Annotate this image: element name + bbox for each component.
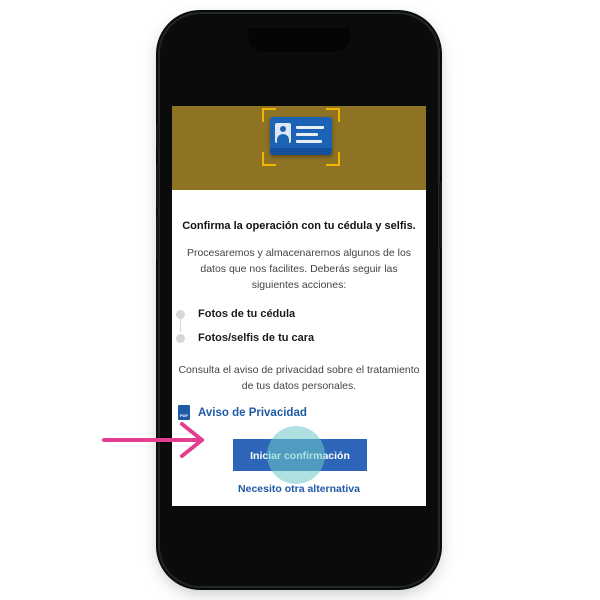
volume-down-button <box>156 216 159 260</box>
header-banner <box>172 106 426 190</box>
step-label: Fotos de tu cédula <box>198 308 296 320</box>
step-bullet-icon <box>176 309 185 319</box>
step-label: Fotos/selfis de tu cara <box>198 332 315 344</box>
confirmation-title: Confirma la operación con tu cédula y se… <box>182 220 416 232</box>
start-confirmation-button[interactable]: Iniciar confirmación <box>233 439 367 471</box>
privacy-notice-text: Consulta el aviso de privacidad sobre el… <box>178 364 420 392</box>
power-button <box>439 182 442 248</box>
pointer-arrow-icon <box>102 422 204 458</box>
stage: Confirma la operación con tu cédula y se… <box>0 0 600 600</box>
phone-frame: Confirma la operación con tu cédula y se… <box>156 14 442 586</box>
phone-notch <box>248 28 350 52</box>
alternative-option-link[interactable]: Necesito otra alternativa <box>172 483 426 495</box>
privacy-link-label: Aviso de Privacidad <box>198 406 307 419</box>
id-card-icon <box>262 108 340 166</box>
volume-up-button <box>156 164 159 208</box>
steps-list: Fotos de tu cédula Fotos/selfis de tu ca… <box>176 302 416 350</box>
step-item-id-photos: Fotos de tu cédula <box>176 302 416 326</box>
step-item-selfies: Fotos/selfis de tu cara <box>176 326 416 350</box>
confirmation-description: Procesaremos y almacenaremos algunos de … <box>186 247 412 291</box>
mute-switch <box>156 124 159 150</box>
step-bullet-icon <box>176 333 185 343</box>
